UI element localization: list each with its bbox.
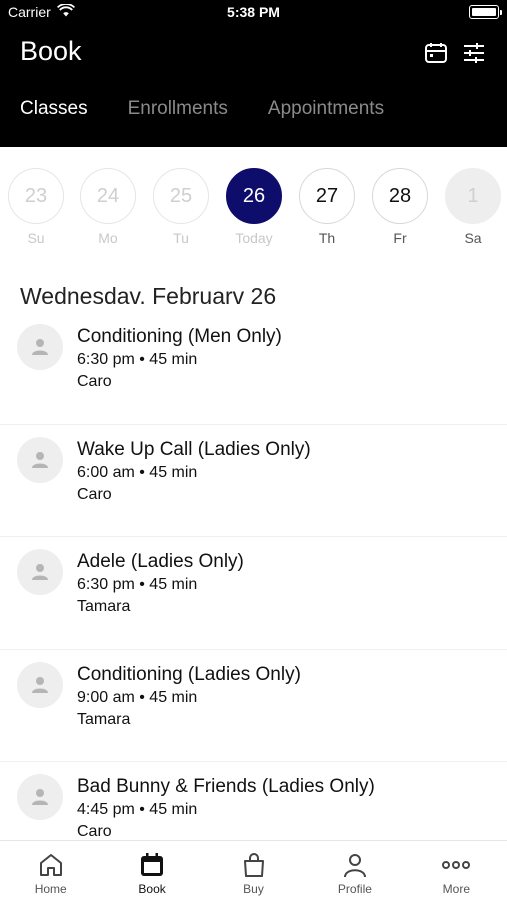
tabbar-profile[interactable]: Profile — [304, 841, 405, 900]
more-dots-icon — [406, 850, 507, 880]
list-item[interactable]: Conditioning (Men Only) 6:30 pm • 45 min… — [0, 312, 507, 425]
day-label: Su — [27, 230, 45, 246]
day-number: 1 — [445, 168, 501, 224]
tabbar-label: Buy — [243, 882, 264, 896]
shopping-bag-icon — [203, 850, 304, 880]
date-strip: 23 Su 24 Mo 25 Tu 26 Today 27 Th 28 Fr 1… — [0, 168, 507, 250]
day-1[interactable]: 1 Sa — [445, 168, 501, 246]
person-icon — [32, 676, 48, 693]
day-24[interactable]: 24 Mo — [80, 168, 136, 246]
tabbar-label: Profile — [337, 882, 372, 896]
day-number: 27 — [299, 168, 355, 224]
day-25[interactable]: 25 Tu — [153, 168, 209, 246]
status-bar: Carrier 5:38 PM — [0, 0, 507, 24]
list-item[interactable]: Bad Bunny & Friends (Ladies Only) 4:45 p… — [0, 762, 507, 840]
class-time: 6:30 pm • 45 min — [77, 576, 198, 593]
day-label: Tu — [173, 230, 189, 246]
day-label: Mo — [98, 230, 118, 246]
day-27[interactable]: 27 Th — [299, 168, 355, 246]
class-instructor: Tamara — [77, 598, 131, 615]
class-name: Conditioning (Men Only) — [77, 326, 282, 347]
avatar — [17, 436, 63, 483]
day-label: Sa — [464, 230, 482, 246]
page-title: Book — [20, 36, 82, 66]
class-name: Conditioning (Ladies Only) — [77, 663, 301, 685]
tabbar-more[interactable]: More — [406, 841, 507, 900]
list-item[interactable]: Wake Up Call (Ladies Only) 6:00 am • 45 … — [0, 425, 507, 537]
class-name: Wake Up Call (Ladies Only) — [77, 438, 311, 460]
class-time: 4:45 pm • 45 min — [77, 801, 198, 818]
tabbar-home[interactable]: Home — [0, 841, 101, 900]
avatar — [17, 549, 63, 595]
battery-icon — [469, 5, 502, 19]
class-instructor: Caro — [77, 373, 112, 390]
class-list: Conditioning (Men Only) 6:30 pm • 45 min… — [0, 312, 507, 840]
profile-icon — [304, 850, 405, 880]
filter-sliders-icon[interactable] — [461, 40, 487, 66]
class-instructor: Caro — [77, 485, 112, 503]
day-number: 26 — [226, 168, 282, 224]
class-time: 9:00 am • 45 min — [77, 688, 198, 706]
calendar-icon[interactable] — [423, 40, 449, 66]
date-heading: Wednesdav. Februarv 26 — [20, 283, 277, 309]
header: Carrier 5:38 PM Book Classes Enrollments… — [0, 0, 507, 147]
day-28[interactable]: 28 Fr — [372, 168, 428, 246]
class-instructor: Caro — [77, 823, 112, 840]
avatar — [17, 661, 63, 708]
class-name: Bad Bunny & Friends (Ladies Only) — [77, 776, 375, 797]
person-icon — [32, 789, 48, 805]
day-label: Fr — [393, 230, 407, 246]
tabbar-label: More — [442, 882, 470, 896]
home-icon — [0, 850, 101, 880]
tabbar-book[interactable]: Book — [101, 841, 202, 900]
tab-classes[interactable]: Classes — [20, 98, 88, 120]
person-icon — [32, 339, 48, 355]
day-number: 24 — [80, 168, 136, 224]
tab-appointments[interactable]: Appointments — [268, 98, 384, 120]
day-label: Today — [235, 230, 273, 246]
day-number: 25 — [153, 168, 209, 224]
tab-enrollments[interactable]: Enrollments — [128, 98, 228, 120]
list-item[interactable]: Adele (Ladies Only) 6:30 pm • 45 min Tam… — [0, 537, 507, 650]
class-instructor: Tamara — [77, 710, 131, 728]
tabbar-label: Home — [34, 882, 67, 896]
class-time: 6:00 am • 45 min — [77, 463, 198, 481]
avatar — [17, 774, 63, 820]
class-name: Adele (Ladies Only) — [77, 551, 244, 572]
day-26-today[interactable]: 26 Today — [226, 168, 282, 246]
person-icon — [32, 564, 48, 580]
clock: 5:38 PM — [227, 4, 280, 20]
day-label: Th — [318, 230, 336, 246]
tabbar-label: Book — [138, 882, 166, 896]
segment-tabs: Classes Enrollments Appointments — [20, 98, 384, 120]
tabbar-buy[interactable]: Buy — [203, 841, 304, 900]
avatar — [17, 324, 63, 370]
class-time: 6:30 pm • 45 min — [77, 351, 198, 368]
calendar-book-icon — [101, 850, 202, 880]
list-item[interactable]: Conditioning (Ladies Only) 9:00 am • 45 … — [0, 650, 507, 762]
day-number: 23 — [8, 168, 64, 224]
day-23[interactable]: 23 Su — [8, 168, 64, 246]
person-icon — [32, 451, 48, 468]
day-number: 28 — [372, 168, 428, 224]
bottom-tab-bar: Home Book Buy Profile More — [0, 840, 507, 900]
